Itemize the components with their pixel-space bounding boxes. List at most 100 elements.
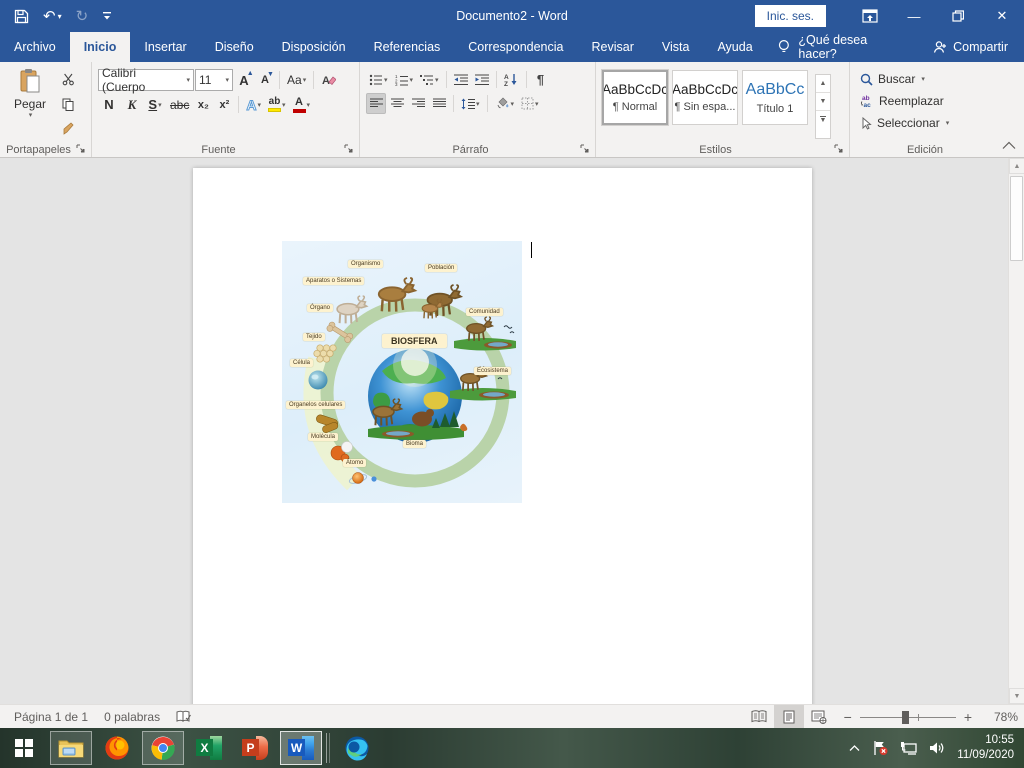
sign-in-button[interactable]: Inic. ses. <box>755 5 826 27</box>
taskbar-file-explorer-icon[interactable] <box>50 731 92 765</box>
text-effects-button[interactable]: A▾ <box>243 94 264 115</box>
tray-volume-icon[interactable] <box>929 741 945 755</box>
print-layout-button[interactable] <box>774 705 804 728</box>
restore-button[interactable] <box>936 0 980 32</box>
biosphere-diagram-image[interactable]: OrganismoPoblaciónAparatos o SistemasÓrg… <box>282 241 522 503</box>
tray-show-hidden-icon[interactable] <box>849 744 860 752</box>
line-spacing-dropdown-icon[interactable]: ▾ <box>476 100 480 108</box>
tray-security-flag-icon[interactable] <box>872 740 888 756</box>
borders-dropdown-icon[interactable]: ▾ <box>535 100 539 108</box>
taskbar-word-icon[interactable]: W <box>280 731 322 765</box>
format-painter-button[interactable] <box>58 118 78 139</box>
styles-gallery-more-icon[interactable]: ▼ <box>816 111 830 129</box>
justify-button[interactable] <box>429 93 449 114</box>
bullet-list-dropdown-icon[interactable]: ▾ <box>384 76 388 84</box>
font-color-button[interactable]: A▾ <box>290 94 314 115</box>
web-layout-button[interactable] <box>804 705 834 728</box>
style-heading1[interactable]: AaBbCc Título 1 <box>742 70 808 125</box>
font-size-dropdown-icon[interactable]: ▾ <box>221 76 229 84</box>
shading-dropdown-icon[interactable]: ▾ <box>511 100 515 108</box>
start-button[interactable] <box>0 728 48 768</box>
save-icon[interactable] <box>14 9 29 24</box>
close-button[interactable]: ✕ <box>980 0 1024 32</box>
zoom-out-button[interactable]: − <box>844 709 852 725</box>
paste-dropdown-icon[interactable]: ▾ <box>29 111 33 119</box>
taskbar-clock[interactable]: 10:55 11/09/2020 <box>957 733 1014 763</box>
tab-diseño[interactable]: Diseño <box>201 32 268 62</box>
grow-font-button[interactable]: A▲ <box>234 70 254 91</box>
paragraph-dialog-launcher[interactable] <box>580 143 592 155</box>
paste-button[interactable]: Pegar ▾ <box>6 66 54 139</box>
underline-button[interactable]: S▾ <box>144 94 166 115</box>
font-color-dropdown-icon[interactable]: ▾ <box>307 101 311 109</box>
shrink-font-button[interactable]: A▼ <box>255 70 275 91</box>
taskbar-powerpoint-icon[interactable]: P <box>234 731 276 765</box>
font-name-dropdown-icon[interactable]: ▾ <box>182 76 190 84</box>
scrollbar-up-icon[interactable]: ▲ <box>1009 158 1024 174</box>
undo-dropdown-icon[interactable]: ▾ <box>58 12 62 21</box>
font-dialog-launcher[interactable] <box>344 143 356 155</box>
tab-referencias[interactable]: Referencias <box>360 32 455 62</box>
copy-button[interactable] <box>58 94 78 115</box>
highlight-button[interactable]: ab▾ <box>265 94 289 115</box>
page-indicator[interactable]: Página 1 de 1 <box>6 705 96 728</box>
styles-scroll-up-icon[interactable]: ▲ <box>816 75 830 93</box>
multilevel-list-dropdown-icon[interactable]: ▾ <box>435 76 439 84</box>
number-list-dropdown-icon[interactable]: ▾ <box>410 76 414 84</box>
tab-vista[interactable]: Vista <box>648 32 704 62</box>
text-effects-dropdown-icon[interactable]: ▾ <box>257 101 261 109</box>
show-marks-button[interactable]: ¶ <box>531 69 551 90</box>
taskbar-firefox-icon[interactable] <box>96 731 138 765</box>
underline-dropdown-icon[interactable]: ▾ <box>158 101 162 109</box>
superscript-button[interactable]: x² <box>214 94 234 115</box>
align-center-button[interactable] <box>387 93 407 114</box>
read-mode-button[interactable] <box>744 705 774 728</box>
minimize-button[interactable]: — <box>892 0 936 32</box>
change-case-dropdown-icon[interactable]: ▾ <box>303 76 307 84</box>
clear-formatting-button[interactable]: A <box>318 70 339 91</box>
clipboard-dialog-launcher[interactable] <box>76 143 88 155</box>
find-dropdown-icon[interactable]: ▾ <box>921 75 925 83</box>
sort-button[interactable]: AZ <box>501 69 522 90</box>
tab-disposición[interactable]: Disposición <box>268 32 360 62</box>
line-spacing-button[interactable]: ▾ <box>458 93 483 114</box>
style-normal[interactable]: AaBbCcDc ¶ Normal <box>602 70 668 125</box>
customize-qat-button[interactable] <box>102 11 112 21</box>
taskbar-edge-icon[interactable] <box>336 731 378 765</box>
ribbon-display-options-button[interactable] <box>848 0 892 32</box>
tab-inicio[interactable]: Inicio <box>70 32 131 62</box>
styles-scroll-down-icon[interactable]: ▼ <box>816 93 830 111</box>
tell-me-label[interactable]: ¿Qué desea hacer? <box>798 33 907 61</box>
bullet-list-button[interactable]: ▾ <box>366 69 391 90</box>
tab-archivo[interactable]: Archivo <box>0 32 70 62</box>
tab-ayuda[interactable]: Ayuda <box>703 32 766 62</box>
undo-button[interactable]: ↶▾ <box>43 9 62 24</box>
align-left-button[interactable] <box>366 93 386 114</box>
cut-button[interactable] <box>58 69 78 90</box>
italic-button[interactable]: K <box>121 94 143 115</box>
vertical-scrollbar[interactable]: ▲ ▼ <box>1008 158 1024 704</box>
zoom-percentage[interactable]: 78% <box>982 710 1018 724</box>
multilevel-list-button[interactable]: ▾ <box>417 69 442 90</box>
decrease-indent-button[interactable] <box>451 69 471 90</box>
zoom-slider-thumb[interactable] <box>902 711 909 724</box>
redo-button[interactable]: ↻ <box>76 9 89 24</box>
replace-button[interactable]: abac Reemplazar <box>856 91 953 111</box>
select-button[interactable]: Seleccionar ▾ <box>856 113 953 133</box>
proofing-status[interactable] <box>168 705 200 728</box>
document-page[interactable]: OrganismoPoblaciónAparatos o SistemasÓrg… <box>193 168 812 704</box>
scrollbar-thumb[interactable] <box>1010 176 1023 261</box>
tab-correspondencia[interactable]: Correspondencia <box>454 32 577 62</box>
shading-button[interactable]: ▾ <box>492 93 518 114</box>
align-right-button[interactable] <box>408 93 428 114</box>
taskbar-excel-icon[interactable]: X <box>188 731 230 765</box>
strikethrough-button[interactable]: abc <box>167 94 192 115</box>
taskbar-chrome-icon[interactable] <box>142 731 184 765</box>
tray-network-icon[interactable] <box>900 741 917 756</box>
highlight-dropdown-icon[interactable]: ▾ <box>282 101 286 109</box>
number-list-button[interactable]: 123▾ <box>392 69 417 90</box>
share-button[interactable]: Compartir <box>917 32 1024 62</box>
collapse-ribbon-button[interactable] <box>1002 139 1016 153</box>
tell-me-zone[interactable]: ¿Qué desea hacer? <box>767 32 917 62</box>
font-size-combo[interactable]: 11▾ <box>195 69 233 91</box>
